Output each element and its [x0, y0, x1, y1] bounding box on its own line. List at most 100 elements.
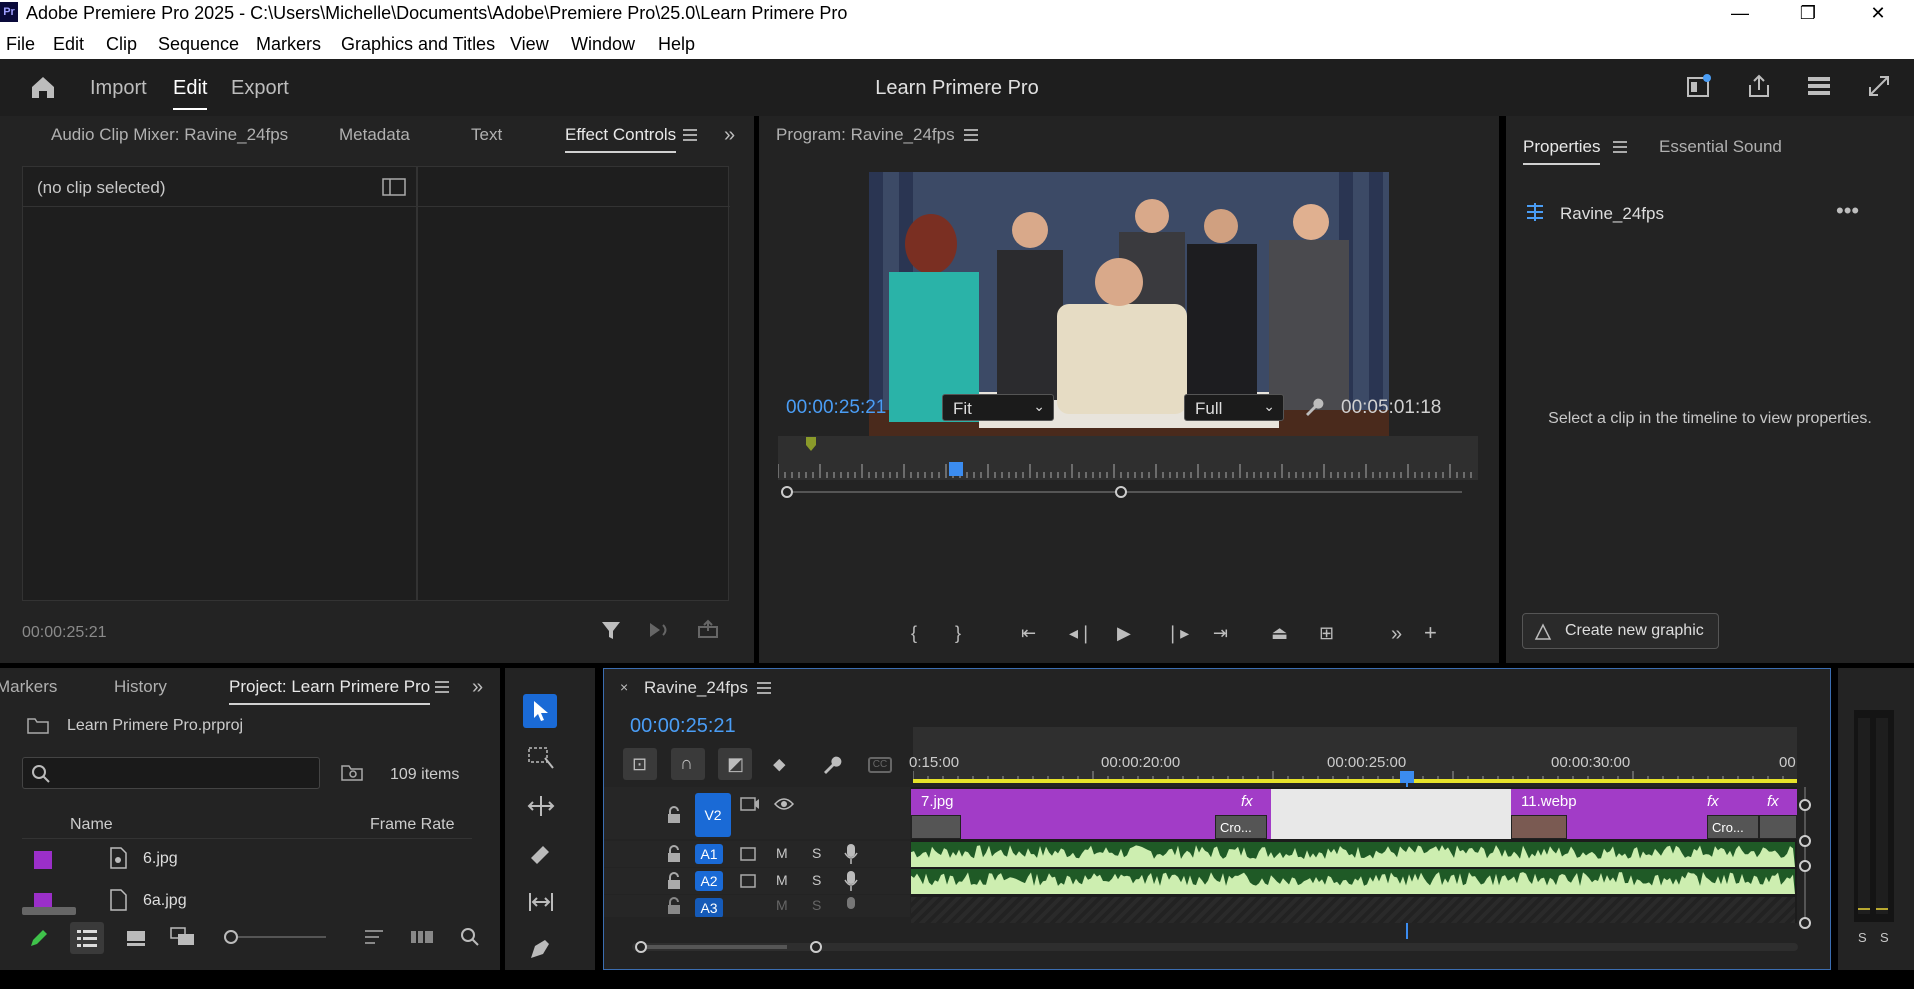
timeline-playhead-timecode[interactable]: 00:00:25:21	[630, 715, 736, 738]
extract-icon[interactable]: ⊞	[1319, 624, 1334, 642]
track-select-tool-icon[interactable]	[527, 746, 555, 770]
solo-left-button[interactable]: S	[1858, 930, 1867, 945]
insert-nest-button[interactable]: ⊡	[623, 748, 657, 780]
timeline-ruler[interactable]: 0:15:00 00:00:20:00 00:00:25:00 00:00:30…	[909, 727, 1797, 783]
solo-track-button[interactable]: S	[812, 872, 821, 888]
sort-icon[interactable]	[364, 928, 384, 946]
audio-clip-a1[interactable]	[911, 842, 1795, 867]
step-forward-icon[interactable]: ❘▸	[1165, 624, 1189, 642]
razor-tool-icon[interactable]	[527, 842, 555, 866]
vertical-scroll-handle[interactable]	[1799, 799, 1811, 811]
tab-metadata[interactable]: Metadata	[339, 125, 410, 145]
tab-program-monitor[interactable]: Program: Ravine_24fps	[776, 125, 955, 145]
learn-panel-icon[interactable]	[1686, 73, 1712, 99]
menu-window[interactable]: Window	[571, 34, 635, 55]
filter-icon[interactable]	[600, 619, 622, 641]
properties-menu-icon[interactable]	[1613, 141, 1627, 153]
nav-export[interactable]: Export	[231, 77, 289, 100]
track-target-a2[interactable]: A2	[695, 871, 723, 891]
pen-tool-icon[interactable]	[527, 936, 555, 962]
mute-track-button[interactable]: M	[776, 845, 788, 861]
zoom-scroll-start-handle[interactable]	[635, 941, 647, 953]
zoom-scroll-start-handle[interactable]	[781, 486, 793, 498]
menu-sequence[interactable]: Sequence	[158, 34, 239, 55]
tab-audio-clip-mixer[interactable]: Audio Clip Mixer: Ravine_24fps	[51, 125, 288, 145]
lock-icon[interactable]	[666, 897, 682, 915]
step-back-icon[interactable]: ◂❘	[1069, 624, 1093, 642]
tab-project[interactable]: Project: Learn Primere Pro	[229, 677, 431, 705]
work-area-bar[interactable]	[913, 779, 1797, 783]
track-target-a3[interactable]: A3	[695, 898, 723, 917]
transition-label[interactable]: Cro...	[1707, 815, 1759, 839]
track-target-v2[interactable]: V2	[695, 793, 731, 837]
menu-graphics-and-titles[interactable]: Graphics and Titles	[341, 34, 495, 55]
menu-clip[interactable]: Clip	[106, 34, 137, 55]
snap-button[interactable]: ∩	[671, 748, 705, 780]
fx-badge[interactable]: fx	[1767, 793, 1779, 810]
mark-out-icon[interactable]: }	[955, 624, 961, 642]
video-clip[interactable]: 7.jpg fx Cro...	[911, 789, 1271, 839]
microphone-icon[interactable]	[844, 870, 858, 892]
toggle-track-output-eye-icon[interactable]	[774, 797, 794, 811]
more-options-icon[interactable]: •••	[1836, 200, 1859, 222]
maximize-button[interactable]: ❐	[1778, 0, 1838, 27]
tab-text[interactable]: Text	[471, 125, 502, 145]
audio-clip-a2[interactable]	[911, 869, 1795, 894]
microphone-icon[interactable]	[844, 843, 858, 865]
selection-tool-button[interactable]	[523, 694, 557, 728]
timeline-zoom-scrollbar[interactable]	[632, 943, 1798, 951]
solo-right-button[interactable]: S	[1880, 930, 1889, 945]
label-color-swatch[interactable]	[34, 851, 52, 869]
zoom-scroll-end-handle[interactable]	[810, 941, 822, 953]
panel-overflow-icon[interactable]: »	[724, 125, 735, 145]
lock-icon[interactable]	[666, 872, 682, 890]
zoom-slider-handle[interactable]	[224, 930, 238, 944]
tab-properties[interactable]: Properties	[1523, 137, 1601, 165]
ripple-edit-tool-icon[interactable]	[527, 794, 555, 818]
sync-lock-icon[interactable]	[740, 873, 760, 889]
play-audio-icon[interactable]	[648, 621, 672, 639]
vertical-scroll-handle[interactable]	[1799, 917, 1811, 929]
project-overflow-icon[interactable]: »	[472, 677, 483, 697]
tab-history[interactable]: History	[114, 677, 167, 697]
panel-menu-icon[interactable]	[683, 129, 697, 141]
workspaces-icon[interactable]	[1806, 73, 1832, 99]
toggle-timeline-view-icon[interactable]	[382, 178, 406, 196]
fx-badge[interactable]: fx	[1707, 793, 1719, 810]
program-time-ruler[interactable]	[778, 436, 1478, 480]
zoom-scroll-end-handle[interactable]	[1115, 486, 1127, 498]
program-playhead-handle[interactable]	[949, 462, 963, 476]
solo-track-button[interactable]: S	[812, 897, 821, 913]
linked-selection-button[interactable]: ◩	[718, 748, 752, 780]
horizontal-scrollbar[interactable]	[22, 907, 76, 915]
menu-view[interactable]: View	[510, 34, 549, 55]
captions-icon[interactable]: CC	[868, 757, 892, 773]
column-name[interactable]: Name	[70, 816, 113, 834]
fullscreen-icon[interactable]	[1866, 73, 1892, 99]
track-target-a1[interactable]: A1	[695, 844, 723, 864]
project-search-input[interactable]	[22, 757, 320, 789]
menu-file[interactable]: File	[6, 34, 35, 55]
zoom-level-select[interactable]: Fit ⌄	[942, 394, 1054, 421]
tab-essential-sound[interactable]: Essential Sound	[1659, 137, 1782, 157]
icon-view-icon[interactable]	[126, 929, 146, 947]
find-icon[interactable]	[460, 927, 480, 947]
vertical-scroll-handle[interactable]	[1799, 835, 1811, 847]
share-icon[interactable]	[1746, 73, 1772, 99]
go-to-out-icon[interactable]: ⇥	[1213, 624, 1228, 642]
menu-help[interactable]: Help	[658, 34, 695, 55]
track-gap[interactable]	[1271, 789, 1511, 839]
export-icon[interactable]	[697, 619, 719, 639]
list-view-button[interactable]	[70, 922, 104, 954]
solo-track-button[interactable]: S	[812, 845, 821, 861]
fx-badge[interactable]: fx	[1241, 793, 1253, 810]
menu-edit[interactable]: Edit	[53, 34, 84, 55]
automate-to-sequence-icon[interactable]	[410, 928, 434, 946]
pen-write-icon[interactable]	[28, 927, 50, 949]
mute-track-button[interactable]: M	[776, 872, 788, 888]
sync-lock-icon[interactable]	[740, 796, 760, 812]
more-controls-icon[interactable]: »	[1391, 624, 1402, 644]
timeline-settings-icon[interactable]	[820, 754, 842, 776]
tab-effect-controls[interactable]: Effect Controls	[565, 125, 677, 153]
settings-wrench-icon[interactable]	[1302, 396, 1324, 418]
